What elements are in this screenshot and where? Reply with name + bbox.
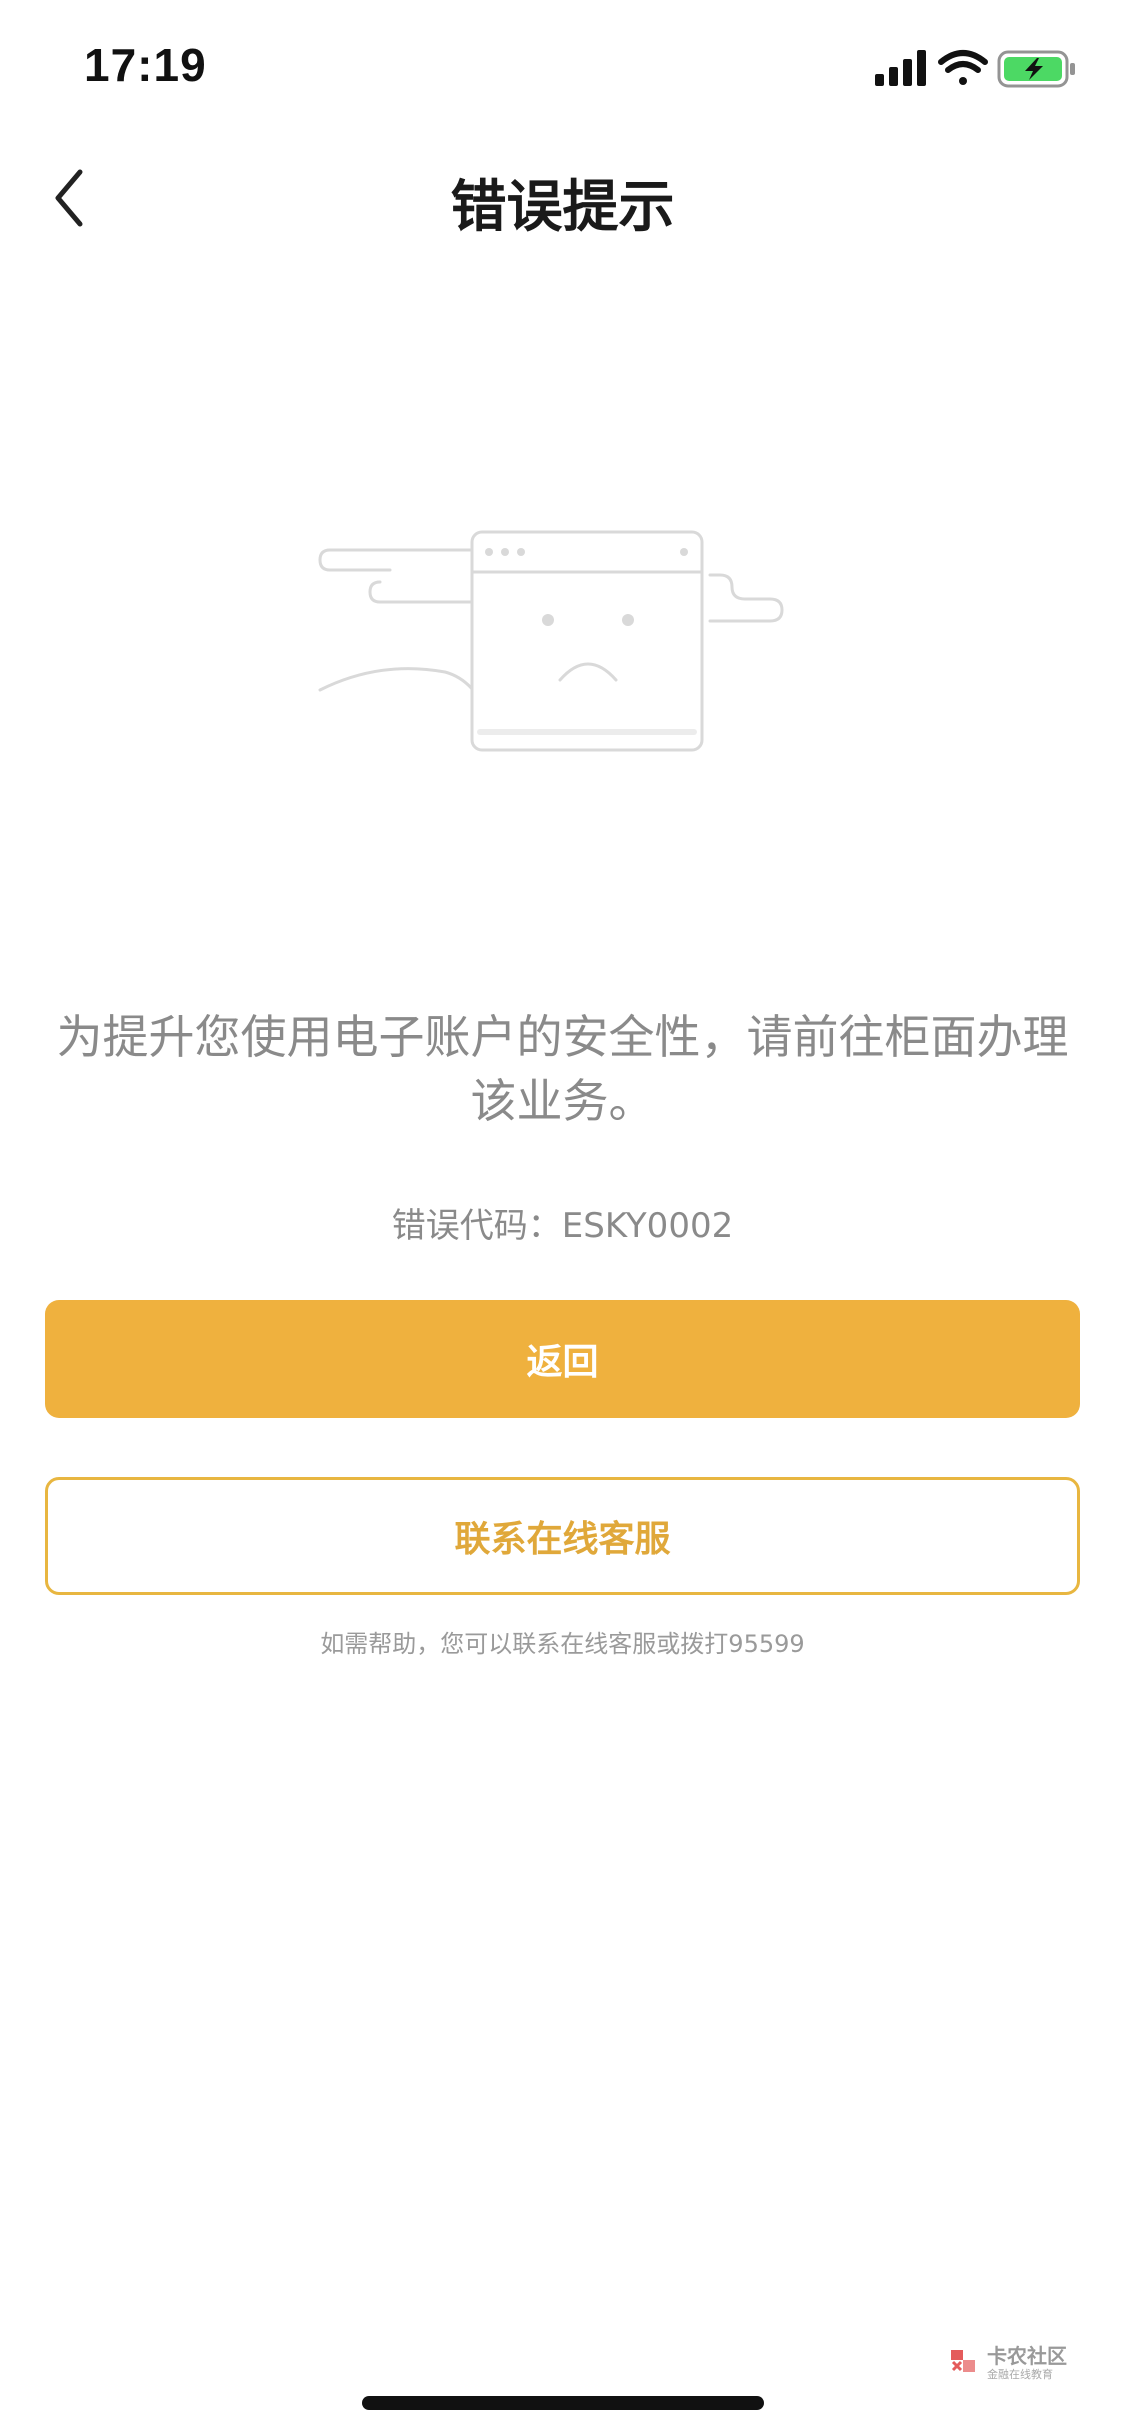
- cellular-signal-icon: [875, 50, 926, 86]
- contact-online-service-button[interactable]: 联系在线客服: [45, 1477, 1080, 1595]
- wifi-icon: [938, 50, 988, 85]
- error-message: 为提升您使用电子账户的安全性，请前往柜面办理该业务。: [56, 1010, 1069, 1128]
- error-code: 错误代码：ESKY0002: [391, 1206, 734, 1246]
- nav-bar: 错误提示: [0, 132, 1125, 264]
- status-time: 17:19: [84, 39, 207, 91]
- watermark-subtitle: 金融在线教育: [987, 2368, 1053, 2381]
- return-button[interactable]: 返回: [45, 1300, 1080, 1418]
- watermark: 卡农社区 金融在线教育: [945, 2338, 1095, 2388]
- status-bar: 17:19: [0, 0, 1125, 132]
- page-title: 错误提示: [450, 175, 675, 240]
- home-indicator[interactable]: [362, 2396, 764, 2410]
- status-icons: [875, 50, 1075, 88]
- help-text: 如需帮助，您可以联系在线客服或拨打95599: [320, 1630, 805, 1658]
- battery-charging-icon: [997, 50, 1075, 88]
- watermark-name: 卡农社区: [987, 2344, 1067, 2368]
- sad-browser-window-icon: [318, 530, 784, 752]
- watermark-logo-icon: [951, 2350, 975, 2372]
